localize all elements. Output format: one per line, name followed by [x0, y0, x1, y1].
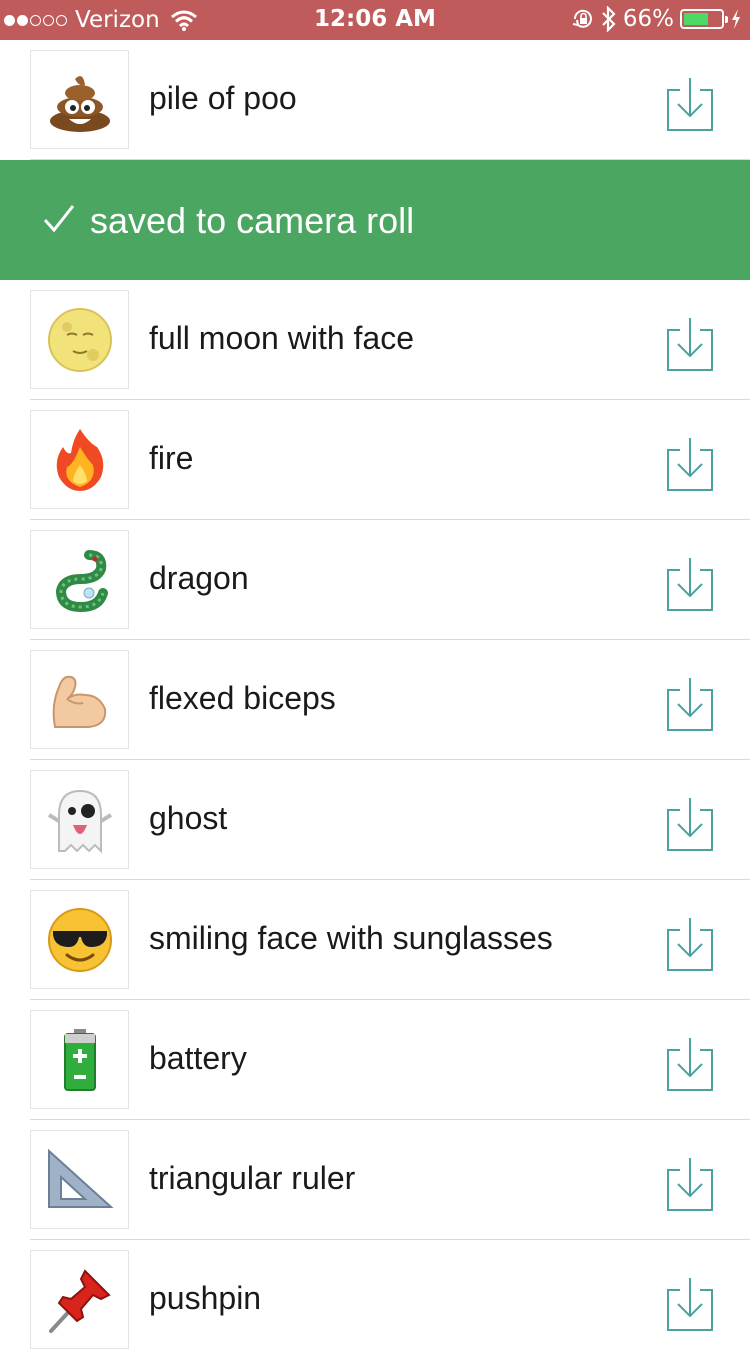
- emoji-name: triangular ruler: [149, 1160, 356, 1196]
- smiling-face-with-sunglasses-icon: [47, 907, 112, 972]
- download-icon[interactable]: [664, 1156, 716, 1214]
- battery-fill: [684, 13, 708, 25]
- dragon-icon: [55, 549, 108, 612]
- toast-message: saved to camera roll: [90, 200, 415, 241]
- emoji-thumbnail: [30, 530, 129, 629]
- emoji-name: ghost: [149, 800, 228, 836]
- fire-icon: [56, 428, 103, 491]
- emoji-thumbnail: [30, 410, 129, 509]
- emoji-name: smiling face with sunglasses: [149, 920, 553, 956]
- bluetooth-icon: [602, 6, 616, 32]
- list-item[interactable]: battery: [0, 1000, 750, 1120]
- flexed-biceps-icon: [52, 675, 106, 728]
- download-icon[interactable]: [664, 1276, 716, 1334]
- list-item[interactable]: full moon with face: [0, 280, 750, 400]
- pile-of-poo-icon: [49, 75, 110, 132]
- download-icon[interactable]: [664, 436, 716, 494]
- download-icon[interactable]: [664, 916, 716, 974]
- emoji-list: pile of poo saved to camera roll full mo…: [0, 40, 750, 1360]
- list-item[interactable]: ghost: [0, 760, 750, 880]
- pushpin-icon: [48, 1268, 111, 1333]
- download-icon[interactable]: [664, 76, 716, 134]
- emoji-name: dragon: [149, 560, 249, 596]
- download-icon[interactable]: [664, 796, 716, 854]
- download-icon[interactable]: [664, 556, 716, 614]
- emoji-name: pushpin: [149, 1280, 262, 1316]
- list-item[interactable]: flexed biceps: [0, 640, 750, 760]
- emoji-name: full moon with face: [149, 320, 415, 356]
- list-item[interactable]: pile of poo: [0, 40, 750, 160]
- emoji-name: fire: [149, 440, 194, 476]
- checkmark-icon: [43, 205, 75, 233]
- download-icon[interactable]: [664, 1036, 716, 1094]
- download-icon[interactable]: [664, 316, 716, 374]
- list-item[interactable]: fire: [0, 400, 750, 520]
- emoji-thumbnail: [30, 50, 129, 149]
- emoji-name: battery: [149, 1040, 247, 1076]
- saved-toast: saved to camera roll: [0, 160, 750, 280]
- battery-percent: 66%: [622, 6, 674, 32]
- list-item[interactable]: pushpin: [0, 1240, 750, 1360]
- list-item[interactable]: triangular ruler: [0, 1120, 750, 1240]
- status-bar: Verizon 12:06 AM 66%: [0, 0, 750, 40]
- emoji-thumbnail: [30, 650, 129, 749]
- emoji-name: flexed biceps: [149, 680, 336, 716]
- ghost-icon: [47, 789, 112, 853]
- emoji-thumbnail: [30, 290, 129, 389]
- list-item[interactable]: smiling face with sunglasses: [0, 880, 750, 1000]
- emoji-name: pile of poo: [149, 80, 297, 116]
- emoji-thumbnail: [30, 890, 129, 989]
- triangular-ruler-icon: [47, 1148, 114, 1208]
- battery-icon: [63, 1028, 96, 1091]
- emoji-thumbnail: [30, 1010, 129, 1109]
- emoji-thumbnail: [30, 1250, 129, 1349]
- full-moon-with-face-icon: [47, 307, 112, 372]
- download-icon[interactable]: [664, 676, 716, 734]
- list-item[interactable]: dragon: [0, 520, 750, 640]
- battery-level-icon: [680, 9, 728, 29]
- charging-bolt-icon: [732, 9, 740, 29]
- emoji-thumbnail: [30, 1130, 129, 1229]
- rotation-lock-icon: [572, 9, 592, 28]
- emoji-thumbnail: [30, 770, 129, 869]
- status-right: 66%: [571, 6, 742, 32]
